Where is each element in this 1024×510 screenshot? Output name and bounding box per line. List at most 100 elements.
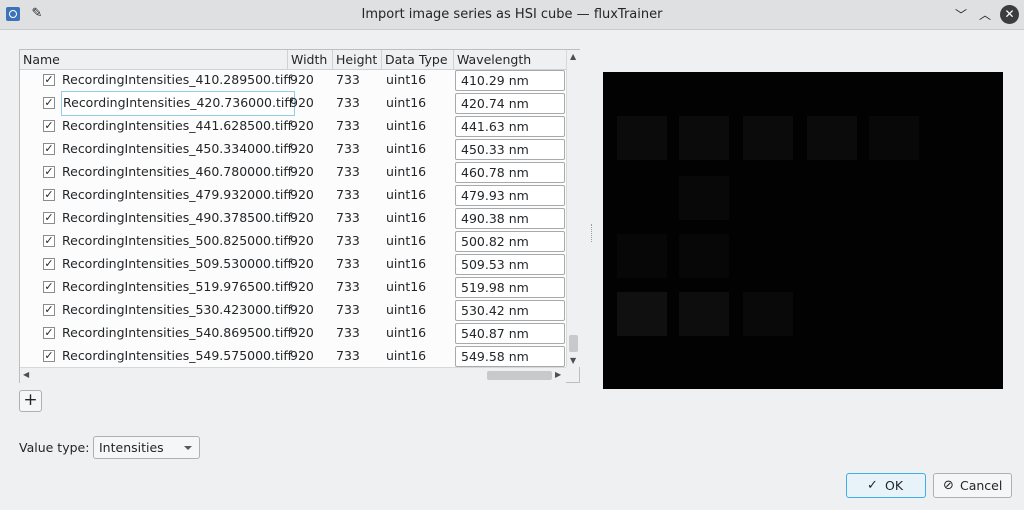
preview-patch <box>679 234 729 278</box>
file-name-cell[interactable]: RecordingIntensities_441.628500.tiff <box>62 115 292 138</box>
table-row[interactable]: ✓ RecordingIntensities_500.825000.tiff 920… <box>20 230 566 253</box>
row-checkbox[interactable]: ✓ <box>43 304 55 316</box>
column-header-name[interactable]: Name <box>20 50 288 69</box>
row-checkbox[interactable]: ✓ <box>43 120 55 132</box>
wavelength-input[interactable]: 420.74 nm <box>455 93 565 114</box>
wavelength-input[interactable]: 410.29 nm <box>455 70 565 91</box>
wavelength-input[interactable]: 500.82 nm <box>455 231 565 252</box>
vertical-scrollbar[interactable]: ▲ ▼ <box>566 50 580 367</box>
table-row[interactable]: ✓ RecordingIntensities_490.378500.tiff 920… <box>20 207 566 230</box>
height-cell: 733 <box>336 95 360 110</box>
data-type-cell: uint16 <box>386 279 427 294</box>
wavelength-input[interactable]: 460.78 nm <box>455 162 565 183</box>
file-name-cell[interactable]: RecordingIntensities_540.869500.tiff <box>62 322 292 345</box>
table-row[interactable]: ✓ RecordingIntensities_410.289500.tiff 920… <box>20 69 566 92</box>
row-checkbox[interactable]: ✓ <box>43 189 55 201</box>
cancel-button[interactable]: ⊘ Cancel <box>933 473 1012 498</box>
image-series-table[interactable]: Name Width Height Data Type Wavelength ✓… <box>19 49 580 383</box>
scroll-up-icon[interactable]: ▲ <box>570 52 576 62</box>
wavelength-input[interactable]: 441.63 nm <box>455 116 565 137</box>
chevron-up-icon[interactable]: ︿ <box>976 6 994 24</box>
data-type-cell: uint16 <box>386 233 427 248</box>
column-header-width[interactable]: Width <box>288 50 333 69</box>
row-checkbox[interactable]: ✓ <box>43 258 55 270</box>
row-checkbox[interactable]: ✓ <box>43 143 55 155</box>
preview-patch <box>869 116 919 160</box>
wavelength-input[interactable]: 490.38 nm <box>455 208 565 229</box>
row-checkbox[interactable]: ✓ <box>43 97 55 109</box>
splitter-handle[interactable] <box>591 224 594 242</box>
height-cell: 733 <box>336 164 360 179</box>
column-header-height[interactable]: Height <box>333 50 382 69</box>
table-row[interactable]: ✓ RecordingIntensities_519.976500.tiff 920… <box>20 276 566 299</box>
row-checkbox[interactable]: ✓ <box>43 235 55 247</box>
cancel-icon: ⊘ <box>943 478 954 493</box>
file-name-cell[interactable]: RecordingIntensities_490.378500.tiff <box>62 207 292 230</box>
row-checkbox[interactable]: ✓ <box>43 281 55 293</box>
file-name-cell[interactable]: RecordingIntensities_509.530000.tiff <box>62 253 292 276</box>
row-checkbox[interactable]: ✓ <box>43 74 55 86</box>
data-type-cell: uint16 <box>386 187 427 202</box>
scrollbar-thumb[interactable] <box>569 335 578 352</box>
value-type-label: Value type: <box>19 440 90 455</box>
table-body: ✓ RecordingIntensities_410.289500.tiff 920… <box>20 69 566 367</box>
table-row[interactable]: ✓ RecordingIntensities_479.932000.tiff 920… <box>20 184 566 207</box>
file-name-cell[interactable]: RecordingIntensities_479.932000.tiff <box>62 184 292 207</box>
table-row[interactable]: ✓ RecordingIntensities_549.575000.tiff 920… <box>20 345 566 367</box>
width-cell: 920 <box>290 210 314 225</box>
wavelength-input[interactable]: 549.58 nm <box>455 346 565 367</box>
horizontal-scrollbar[interactable]: ◀ ▶ <box>20 367 566 383</box>
data-type-cell: uint16 <box>386 72 427 87</box>
table-row[interactable]: ✓ RecordingIntensities_450.334000.tiff 920… <box>20 138 566 161</box>
width-cell: 920 <box>290 348 314 363</box>
file-name-cell[interactable]: RecordingIntensities_410.289500.tiff <box>62 69 292 92</box>
data-type-cell: uint16 <box>386 302 427 317</box>
scroll-right-icon[interactable]: ▶ <box>555 370 561 380</box>
table-row[interactable]: ✓ RecordingIntensities_530.423000.tiff 920… <box>20 299 566 322</box>
preview-patch <box>679 176 729 220</box>
height-cell: 733 <box>336 187 360 202</box>
wavelength-input[interactable]: 450.33 nm <box>455 139 565 160</box>
data-type-cell: uint16 <box>386 141 427 156</box>
file-name-cell[interactable]: RecordingIntensities_500.825000.tiff <box>62 230 292 253</box>
wavelength-input[interactable]: 540.87 nm <box>455 323 565 344</box>
data-type-cell: uint16 <box>386 210 427 225</box>
file-name-cell[interactable]: RecordingIntensities_450.334000.tiff <box>62 138 292 161</box>
row-checkbox[interactable]: ✓ <box>43 166 55 178</box>
wavelength-input[interactable]: 509.53 nm <box>455 254 565 275</box>
height-cell: 733 <box>336 302 360 317</box>
scroll-down-icon[interactable]: ▼ <box>570 356 576 366</box>
row-checkbox[interactable]: ✓ <box>43 327 55 339</box>
table-row[interactable]: ✓ RecordingIntensities_460.780000.tiff 920… <box>20 161 566 184</box>
preview-patch <box>679 292 729 336</box>
ok-button[interactable]: ✓ OK <box>846 473 926 498</box>
data-type-cell: uint16 <box>386 95 427 110</box>
table-row[interactable]: ✓ RecordingIntensities_441.628500.tiff 920… <box>20 115 566 138</box>
close-icon[interactable]: ✕ <box>1000 5 1019 24</box>
value-type-select[interactable]: Intensities <box>93 436 200 459</box>
row-checkbox[interactable]: ✓ <box>43 350 55 362</box>
preview-patch <box>617 234 667 278</box>
table-row[interactable]: ✓ RecordingIntensities_540.869500.tiff 920… <box>20 322 566 345</box>
chevron-down-icon[interactable]: ﹀ <box>952 6 970 24</box>
width-cell: 920 <box>290 141 314 156</box>
file-name-cell[interactable]: RecordingIntensities_549.575000.tiff <box>62 345 292 367</box>
table-row[interactable]: ✓ RecordingIntensities_420.736000.tiff 920… <box>20 91 566 116</box>
file-name-cell[interactable]: RecordingIntensities_420.736000.tiff <box>61 91 295 116</box>
preview-patch <box>617 116 667 160</box>
column-header-wavelength[interactable]: Wavelength <box>454 50 566 69</box>
scroll-left-icon[interactable]: ◀ <box>23 370 29 380</box>
row-checkbox[interactable]: ✓ <box>43 212 55 224</box>
preview-patch <box>807 116 857 160</box>
column-header-data-type[interactable]: Data Type <box>382 50 454 69</box>
wavelength-input[interactable]: 519.98 nm <box>455 277 565 298</box>
add-image-button[interactable]: + <box>19 390 42 412</box>
wavelength-input[interactable]: 479.93 nm <box>455 185 565 206</box>
file-name-cell[interactable]: RecordingIntensities_519.976500.tiff <box>62 276 292 299</box>
file-name-cell[interactable]: RecordingIntensities_530.423000.tiff <box>62 299 292 322</box>
height-cell: 733 <box>336 279 360 294</box>
wavelength-input[interactable]: 530.42 nm <box>455 300 565 321</box>
table-row[interactable]: ✓ RecordingIntensities_509.530000.tiff 920… <box>20 253 566 276</box>
scrollbar-thumb[interactable] <box>487 371 552 380</box>
file-name-cell[interactable]: RecordingIntensities_460.780000.tiff <box>62 161 292 184</box>
